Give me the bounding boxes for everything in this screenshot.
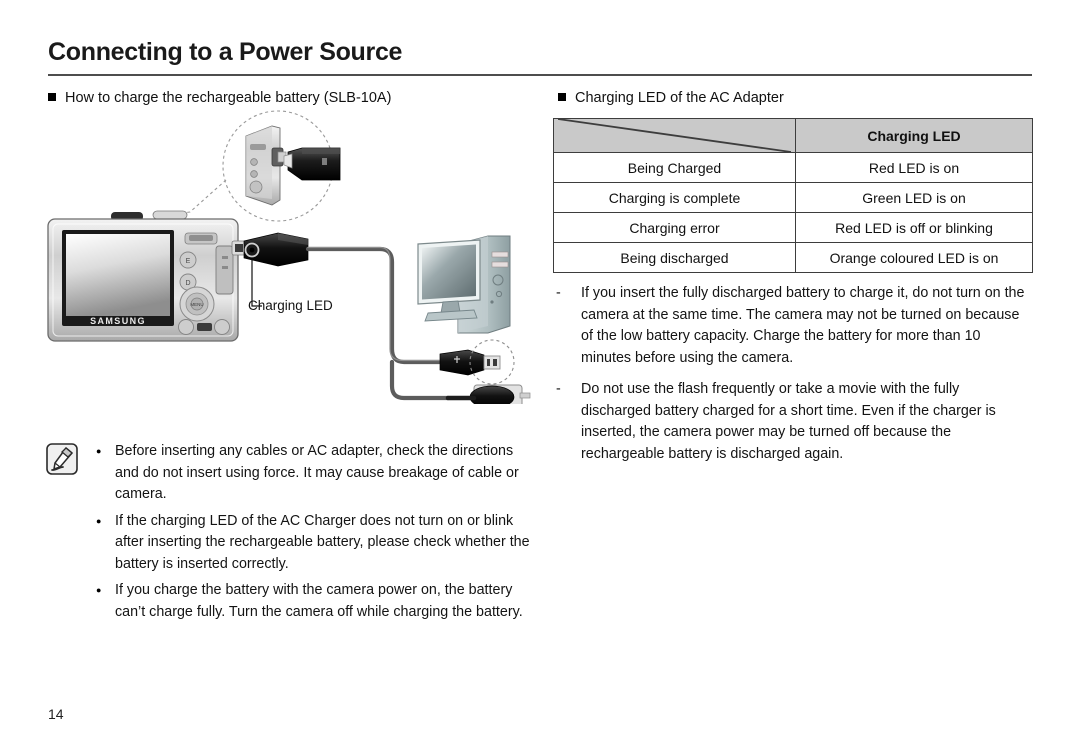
table-row: Charging is complete Green LED is on [553,182,1033,213]
table-header-charging-led: Charging LED [795,118,1033,153]
note-item: Before inserting any cables or AC adapte… [94,440,536,506]
table-row: Being Charged Red LED is on [553,152,1033,183]
charging-led-table: Charging LED Being Charged Red LED is on… [553,118,1033,273]
svg-text:D: D [185,280,190,287]
cell-led: Orange coloured LED is on [795,242,1033,273]
camera-power-plug-icon [243,232,309,267]
right-note-item: Do not use the flash frequently or take … [553,379,1033,465]
cell-led: Green LED is on [795,182,1033,213]
right-notes-list: If you insert the fully discharged batte… [553,283,1033,475]
section-heading-right-label: Charging LED of the AC Adapter [575,90,784,106]
camera-side-icon [245,125,287,206]
page-title: Connecting to a Power Source [48,38,403,66]
svg-text:MENU: MENU [190,302,203,307]
section-heading-right: Charging LED of the AC Adapter [558,90,784,106]
svg-text:SAMSUNG: SAMSUNG [90,316,146,326]
note-item: If the charging LED of the AC Charger do… [94,510,536,576]
table-header: Charging LED [553,118,1033,153]
cell-led: Red LED is on [795,152,1033,183]
charging-setup-diagram: SAMSUNG E D MENU Charging LED [40,104,540,412]
note-items-list: Before inserting any cables or AC adapte… [94,440,536,628]
title-divider [48,74,1032,76]
svg-text:E: E [186,258,191,265]
right-note-item: If you insert the fully discharged batte… [553,283,1033,369]
table-body: Being Charged Red LED is on Charging is … [553,152,1033,273]
square-bullet-icon [48,93,56,101]
memo-note-icon [46,443,78,475]
note-item: If you charge the battery with the camer… [94,579,536,623]
table-corner-cell [553,118,796,153]
cell-led: Red LED is off or blinking [795,212,1033,243]
table-row: Being discharged Orange coloured LED is … [553,242,1033,273]
table-row: Charging error Red LED is off or blinkin… [553,212,1033,243]
desktop-computer-icon [417,235,511,334]
cell-state: Being discharged [553,242,796,273]
cell-state: Charging is complete [553,182,796,213]
camera-back-icon: SAMSUNG E D MENU [47,210,247,342]
square-bullet-icon [558,93,566,101]
page-number: 14 [48,706,64,722]
ac-adapter-icon [445,384,531,412]
battery-insert-inset [159,110,341,222]
table-header-row: Charging LED [553,118,1033,153]
cell-state: Being Charged [553,152,796,183]
charging-led-callout-label: Charging LED [248,298,333,313]
diagram-svg: SAMSUNG E D MENU [47,110,531,412]
diagonal-slash-icon [558,119,791,152]
cell-state: Charging error [553,212,796,243]
